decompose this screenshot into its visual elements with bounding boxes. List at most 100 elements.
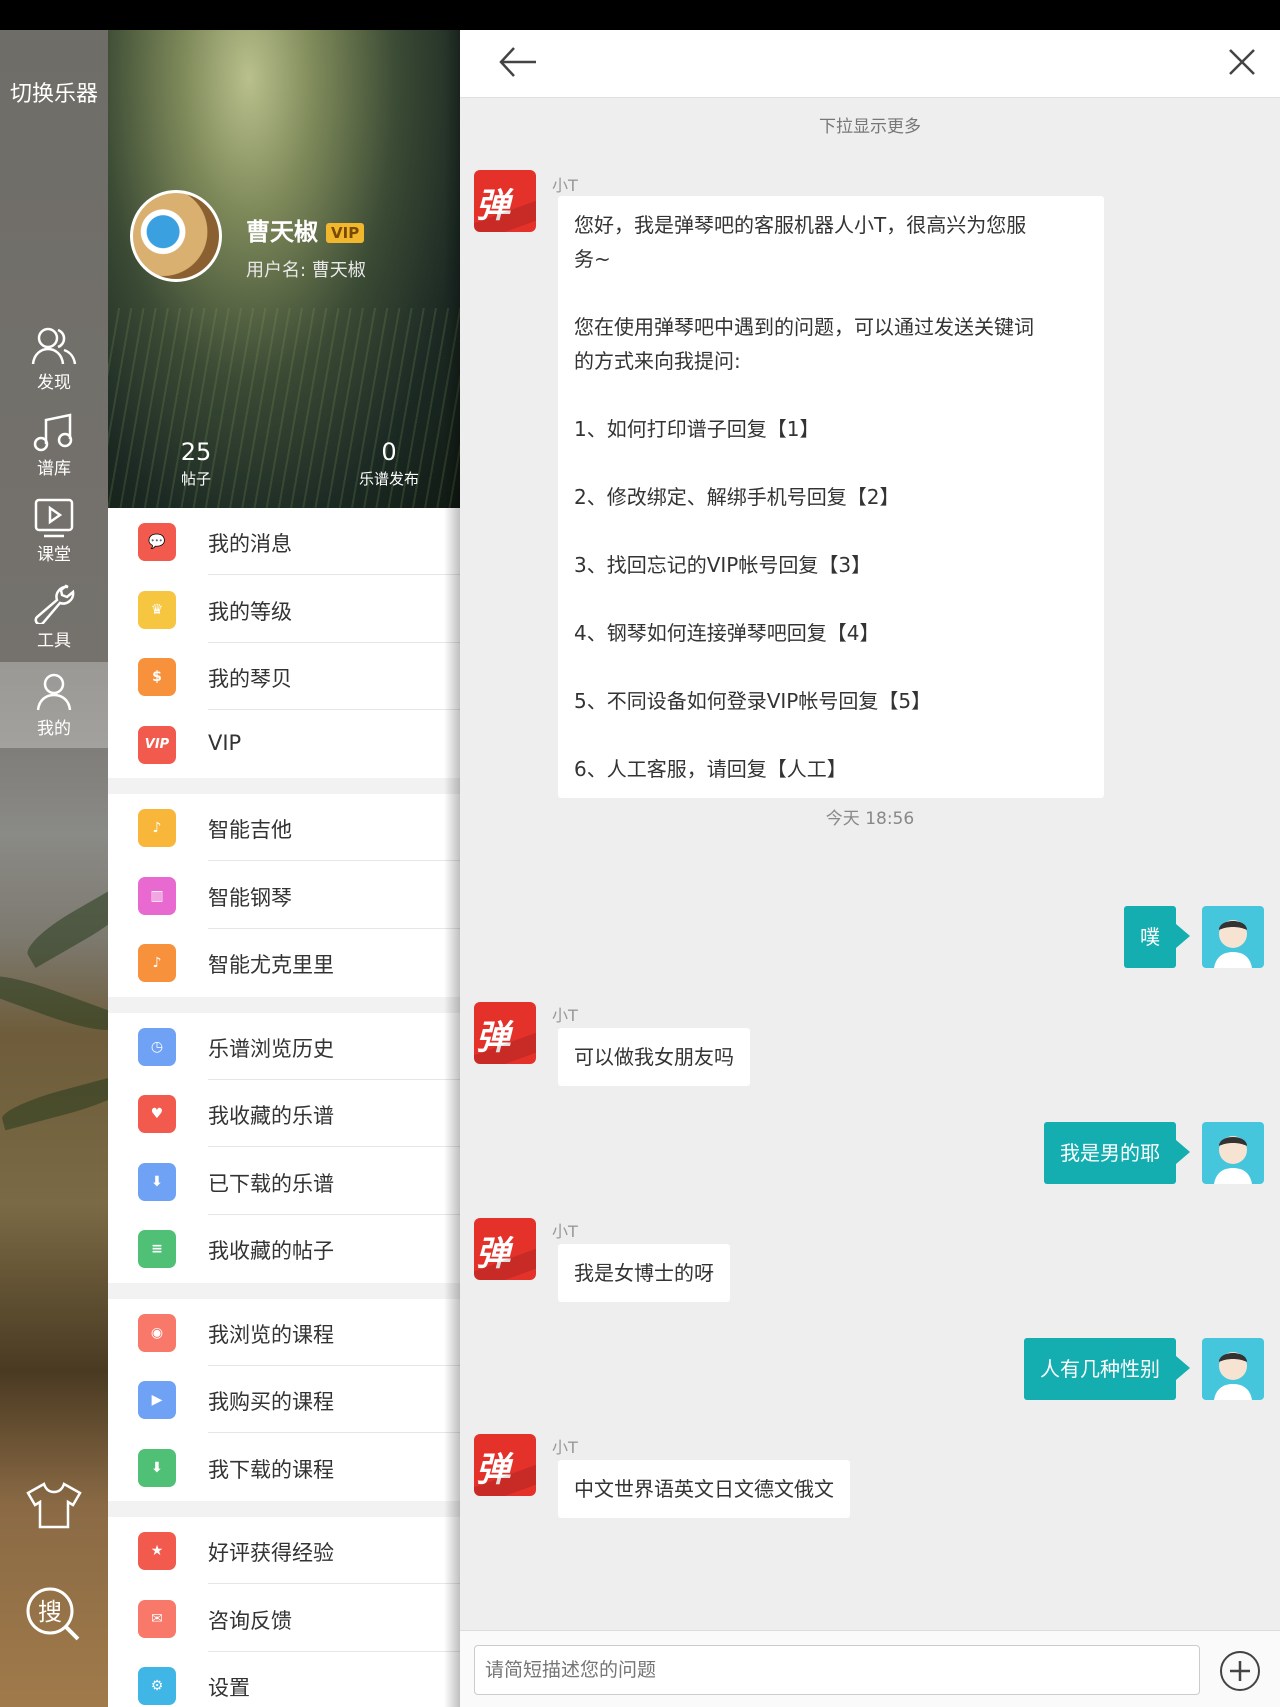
rail-item-label: 谱库 [37,459,71,479]
welcome-message-bubble: 您好，我是弹琴吧的客服机器人小T，很高兴为您服 务~ 您在使用弹琴吧中遇到的问题，可… [558,196,1104,798]
chat-header [460,30,1280,98]
section-gap [108,1501,460,1517]
chat-panel: 下拉显示更多 弹 小T 您好，我是弹琴吧的客服机器人小T，很高兴为您服 务~ 您在使… [460,30,1280,1707]
welcome-line: 您在使用弹琴吧中遇到的问题，可以通过发送关键词 [574,315,1034,339]
my-avatar[interactable] [1202,1122,1264,1184]
welcome-line: 5、不同设备如何登录VIP帐号回复【5】 [574,689,932,713]
chat-input-bar [460,1630,1280,1707]
bot-name: 小T [552,1222,578,1241]
rail-item-tools[interactable]: 工具 [0,584,108,670]
rail-item-label: 课堂 [37,545,71,565]
menu-item-label: 智能尤克里里 [208,953,334,977]
welcome-line [574,276,1088,310]
menu-item[interactable]: $ 我的琴贝 [108,643,460,710]
menu-item-label: 乐谱浏览历史 [208,1036,334,1061]
profile-header: 曹天椒 VIP 用户名: 曹天椒 25 帖子 0 乐谱发布 [108,30,460,508]
rail-item-mine[interactable]: 我的 [0,662,108,748]
wrench-icon [34,584,75,624]
section-gap [108,1282,460,1299]
user-name-text: 曹天椒 [246,218,318,246]
menu-item[interactable]: ♪ 智能尤克里里 [108,929,460,996]
menu-item-label: 好评获得经验 [208,1541,334,1565]
bot-name: 小T [552,176,578,195]
menu-item[interactable]: 💬 我的消息 [108,508,460,575]
stat-sheet-music[interactable]: 0 乐谱发布 [334,438,444,489]
welcome-line: 4、钢琴如何连接弹琴吧回复【4】 [574,621,880,645]
my-message-bubble: 噗 [1124,906,1190,968]
menu-item[interactable]: VIP VIP [108,710,460,778]
pull-to-load-hint: 下拉显示更多 [819,117,921,137]
menu-item-label: 我收藏的帖子 [208,1239,334,1263]
my-avatar[interactable] [1202,906,1264,968]
welcome-line [574,582,1088,616]
back-button[interactable] [498,44,538,84]
music-note-icon [33,413,73,452]
menu-item[interactable]: ⚙ 设置 [108,1652,460,1707]
welcome-line: 务~ [574,247,611,271]
avatar[interactable] [130,190,222,282]
mail-icon: ✉ [138,1599,176,1638]
menu-item[interactable]: ✉ 咨询反馈 [108,1584,460,1652]
menu-item[interactable]: ▶ 我购买的课程 [108,1366,460,1433]
rail-item-classroom[interactable]: 课堂 [0,498,108,584]
stat-label: 乐谱发布 [358,470,419,488]
my-avatar[interactable] [1202,1338,1264,1400]
welcome-line: 6、人工客服，请回复【人工】 [574,757,847,781]
menu-item-label: 咨询反馈 [208,1608,292,1633]
rail-item-discover[interactable]: 发现 [0,326,108,412]
menu-item[interactable]: ◉ 我浏览的课程 [108,1298,460,1366]
search-icon: 搜 [26,1587,80,1641]
play-icon: ▶ [138,1381,176,1419]
stat-value: 25 [180,438,212,466]
welcome-line [574,718,1088,752]
menu-item[interactable]: ▥ 智能钢琴 [108,861,460,929]
close-button[interactable] [1224,44,1260,84]
bot-avatar[interactable]: 弹 [474,1218,536,1280]
star-icon: ★ [138,1532,176,1570]
crown-icon: ♛ [138,590,176,629]
piano-icon: ▥ [138,876,176,915]
palm-leaf-decoration [0,1073,108,1131]
arrow-left-icon [499,47,536,77]
close-icon [1229,49,1255,75]
menu-item-label: 智能钢琴 [208,885,292,910]
profile-panel: 曹天椒 VIP 用户名: 曹天椒 25 帖子 0 乐谱发布 💬 我的消息 ♛ 我的等级 $… [108,30,460,1707]
stat-posts[interactable]: 25 帖子 [166,438,226,489]
status-bar [0,0,1280,30]
welcome-line: 2、修改绑定、解绑手机号回复【2】 [574,485,900,509]
search-glyph: 搜 [38,1598,62,1626]
bot-avatar[interactable]: 弹 [474,1434,536,1496]
welcome-line [574,378,1088,412]
menu-item[interactable]: ★ 好评获得经验 [108,1517,460,1584]
rail-item-label: 发现 [37,373,71,393]
search-button[interactable]: 搜 [0,1585,108,1645]
money-bag-icon: $ [138,658,176,696]
bot-message-bubble: 中文世界语英文日文德文俄文 [558,1460,850,1518]
menu-item[interactable]: ♥ 我收藏的乐谱 [108,1080,460,1147]
menu-item[interactable]: ⬇ 已下载的乐谱 [108,1147,460,1215]
welcome-line: 3、找回忘记的VIP帐号回复【3】 [574,553,872,577]
menu-item[interactable]: ⬇ 我下载的课程 [108,1433,460,1501]
switch-instrument-button[interactable]: 切换乐器 [0,76,108,108]
welcome-line: 的方式来向我提问: [574,349,741,373]
menu-item[interactable]: ♛ 我的等级 [108,575,460,643]
menu-item-label: 我的消息 [208,532,292,556]
stat-label: 帖子 [180,470,211,488]
plus-circle-icon [1220,1651,1260,1691]
ukulele-icon: ♪ [138,944,176,982]
heart-icon: ♥ [138,1095,176,1133]
menu-item-label: 设置 [208,1676,250,1700]
bot-avatar[interactable]: 弹 [474,170,536,232]
theme-button[interactable] [0,1480,108,1534]
eye-icon: ◉ [138,1313,176,1352]
welcome-line: 您好，我是弹琴吧的客服机器人小T，很高兴为您服 [574,213,1027,237]
menu-item[interactable]: ◷ 乐谱浏览历史 [108,1012,460,1080]
rail-item-library[interactable]: 谱库 [0,412,108,498]
menu-item[interactable]: ≡ 我收藏的帖子 [108,1215,460,1282]
section-gap [108,996,460,1013]
add-attachment-button[interactable] [1218,1649,1262,1697]
chat-input[interactable] [474,1645,1200,1695]
menu-item[interactable]: ♪ 智能吉他 [108,794,460,861]
rail-item-label: 工具 [37,631,71,651]
bot-avatar[interactable]: 弹 [474,1002,536,1064]
